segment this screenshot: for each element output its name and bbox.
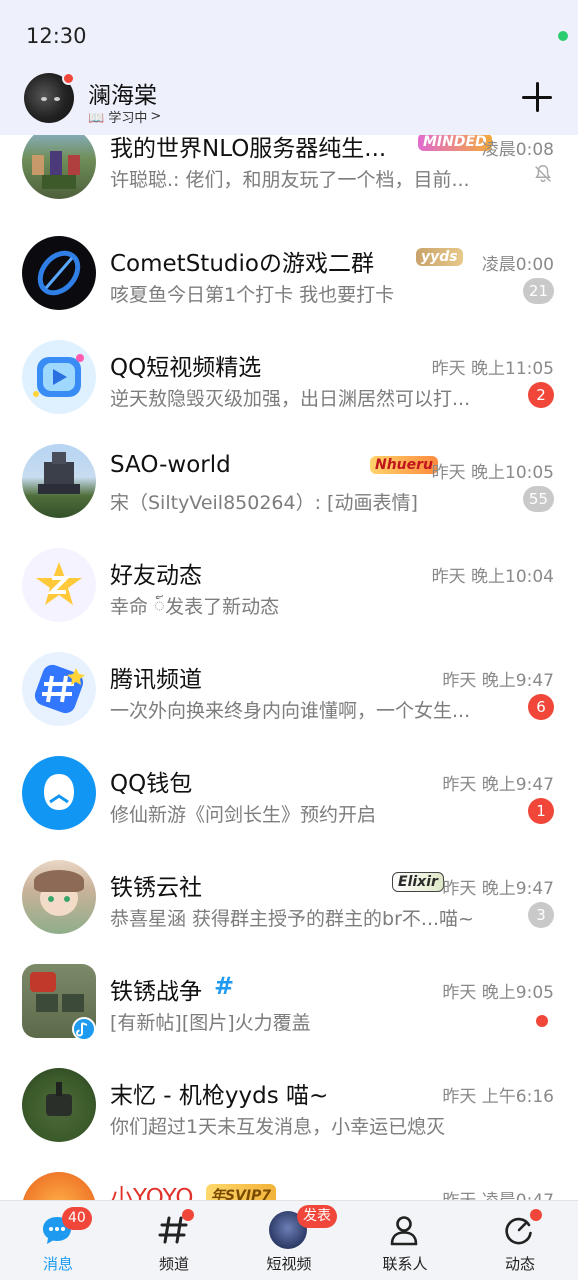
tab-label: 频道: [158, 1255, 189, 1273]
tab-contacts[interactable]: 联系人: [347, 1201, 463, 1280]
chat-list[interactable]: 我的世界NLO服务器纯生... MINDED 凌晨0:08 许聪聪.: 佬们，和…: [0, 135, 578, 1200]
chevron-right-icon: >: [150, 109, 162, 124]
chat-avatar: [22, 1172, 96, 1200]
tab-dot: [530, 1209, 542, 1221]
chat-row-tencent-channel[interactable]: 腾讯频道 昨天 晚上9:47 一次外向换来终身内向谁懂啊，一个女生... 6: [0, 641, 578, 745]
profile-name[interactable]: 澜海棠: [88, 76, 157, 110]
tab-channels[interactable]: 频道: [116, 1201, 232, 1280]
chat-preview: 咳夏鱼今日第1个打卡 我也要打卡: [110, 284, 395, 306]
chat-title: QQ短视频精选: [110, 355, 262, 381]
chat-row-friend-feed[interactable]: 好友动态 昨天 晚上10:04 幸命 ៍发表了新动态: [0, 537, 578, 641]
chat-row-sao-world[interactable]: SAO-world Nhueru 昨天 晚上10:05 宋（SiltyVeil8…: [0, 433, 578, 537]
chat-time: 昨天 晚上9:47: [442, 671, 554, 691]
tab-label: 联系人: [382, 1255, 428, 1273]
status-indicator-icon: [558, 31, 568, 41]
chat-row-cometstudio[interactable]: CometStudioの游戏二群 yyds 凌晨0:00 咳夏鱼今日第1个打卡 …: [0, 225, 578, 329]
chat-time: 凌晨0:08: [481, 140, 554, 160]
chat-avatar: [22, 340, 96, 414]
chat-time: 昨天 晚上10:04: [431, 567, 554, 587]
chat-title: SAO-world: [110, 452, 231, 478]
chat-time: 昨天 晚上11:05: [431, 359, 554, 379]
chat-row-qq-short-video[interactable]: QQ短视频精选 昨天 晚上11:05 逆天敖隐毁灭级加强，出日渊居然可以打...…: [0, 329, 578, 433]
chat-preview: 宋（SiltyVeil850264）: [动画表情]: [110, 492, 418, 514]
unread-badge: 21: [522, 278, 554, 304]
chat-time: 昨天 上午6:16: [442, 1087, 554, 1107]
chat-time: 昨天 晚上9:47: [442, 879, 554, 899]
qq-messages-screen: 12:30 澜海棠 📖 学习中 > 我的世界NLO服务器纯生... MINDED…: [0, 0, 578, 1280]
chat-time: 凌晨0:00: [481, 255, 554, 275]
bottom-tab-bar: 40 消息 频道 发表 短视频 联系人 动态: [0, 1200, 578, 1280]
tab-messages[interactable]: 40 消息: [0, 1201, 116, 1280]
top-header: 12:30 澜海棠 📖 学习中 >: [0, 0, 578, 135]
chat-row-moyi[interactable]: 末忆 - 机枪yyds 喵~ 昨天 上午6:16 你们超过1天未互发消息，小幸运…: [0, 1057, 578, 1161]
tab-moments[interactable]: 动态: [462, 1201, 578, 1280]
tab-dot: [182, 1209, 194, 1221]
profile-status-text: 📖 学习中: [88, 111, 148, 126]
add-plus-button[interactable]: [520, 80, 554, 114]
chat-tag: yyds: [416, 248, 463, 266]
tab-badge: 发表: [297, 1205, 337, 1228]
chat-avatar: [22, 860, 96, 934]
chat-preview: 恭喜星涵 获得群主授予的群主的br不...喵~: [110, 908, 474, 930]
chat-avatar: [22, 652, 96, 726]
chat-title: 我的世界NLO服务器纯生...: [110, 136, 387, 162]
tab-label: 动态: [504, 1255, 535, 1273]
chat-row-nlo[interactable]: 我的世界NLO服务器纯生... MINDED 凌晨0:08 许聪聪.: 佬们，和…: [0, 135, 578, 225]
chat-title: 好友动态: [110, 563, 202, 589]
chat-time: 昨天 晚上10:05: [431, 463, 554, 483]
bell-muted-icon: [535, 165, 551, 183]
chat-title: 铁锈云社: [110, 875, 202, 901]
unread-badge: 6: [528, 694, 554, 720]
status-time: 12:30: [26, 24, 87, 48]
unread-badge: 1: [528, 798, 554, 824]
chat-tag: 年SVIP7: [206, 1184, 277, 1200]
tab-short-video[interactable]: 发表 短视频: [231, 1201, 347, 1280]
chat-title: 铁锈战争: [110, 979, 202, 1005]
chat-preview: 幸命 ៍发表了新动态: [110, 596, 280, 618]
chat-row-qq-wallet[interactable]: QQ钱包 昨天 晚上9:47 修仙新游《问剑长生》预约开启 1: [0, 745, 578, 849]
chat-avatar: [22, 1068, 96, 1142]
channel-hash-icon: #: [214, 972, 235, 1000]
chat-preview: 许聪聪.: 佬们，和朋友玩了一个档，目前...: [110, 169, 470, 191]
chat-avatar: [22, 444, 96, 518]
chat-row-xiaoyoyo[interactable]: 小YOYO 年SVIP7 昨天 凌晨0:47: [0, 1161, 578, 1200]
person-icon: [390, 1216, 418, 1246]
unread-badge: 2: [528, 382, 554, 408]
unread-dot: [536, 1015, 548, 1027]
chat-avatar: [22, 135, 96, 199]
chat-tag: Nhueru: [370, 456, 439, 474]
chat-row-rust-cloud[interactable]: 铁锈云社 Elixir 昨天 晚上9:47 恭喜星涵 获得群主授予的群主的br不…: [0, 849, 578, 953]
chat-avatar: [22, 236, 96, 310]
channel-music-icon: [72, 1017, 96, 1041]
tab-badge: 40: [62, 1207, 92, 1230]
profile-notification-dot: [62, 72, 75, 85]
tab-label: 短视频: [266, 1255, 312, 1273]
chat-time: 昨天 凌晨0:47: [442, 1186, 554, 1200]
chat-preview: 修仙新游《问剑长生》预约开启: [110, 804, 377, 826]
chat-title: 小YOYO: [110, 1185, 194, 1200]
chat-avatar: [22, 756, 96, 830]
chat-preview: 逆天敖隐毁灭级加强，出日渊居然可以打...: [110, 388, 471, 410]
chat-time: 昨天 晚上9:05: [442, 983, 554, 1003]
chat-preview: [有新帖][图片]火力覆盖: [110, 1012, 311, 1034]
chat-preview: 一次外向换来终身内向谁懂啊，一个女生...: [110, 700, 471, 722]
unread-badge: 55: [522, 486, 554, 512]
chat-avatar: [22, 548, 96, 622]
unread-badge: 3: [528, 902, 554, 928]
chat-title: 腾讯频道: [110, 667, 202, 693]
chat-time: 昨天 晚上9:47: [442, 775, 554, 795]
chat-preview: 你们超过1天未互发消息，小幸运已熄灭: [110, 1116, 446, 1138]
chat-title: CometStudioの游戏二群: [110, 251, 374, 277]
chat-tag: Elixir: [392, 872, 444, 892]
chat-row-rusted-warfare[interactable]: 铁锈战争 # 昨天 晚上9:05 [有新帖][图片]火力覆盖: [0, 953, 578, 1057]
tab-label: 消息: [42, 1255, 73, 1273]
chat-title: QQ钱包: [110, 771, 193, 797]
chat-title: 末忆 - 机枪yyds 喵~: [110, 1083, 329, 1109]
chat-tag: MINDED: [418, 135, 492, 151]
profile-status[interactable]: 📖 学习中 >: [88, 107, 161, 126]
